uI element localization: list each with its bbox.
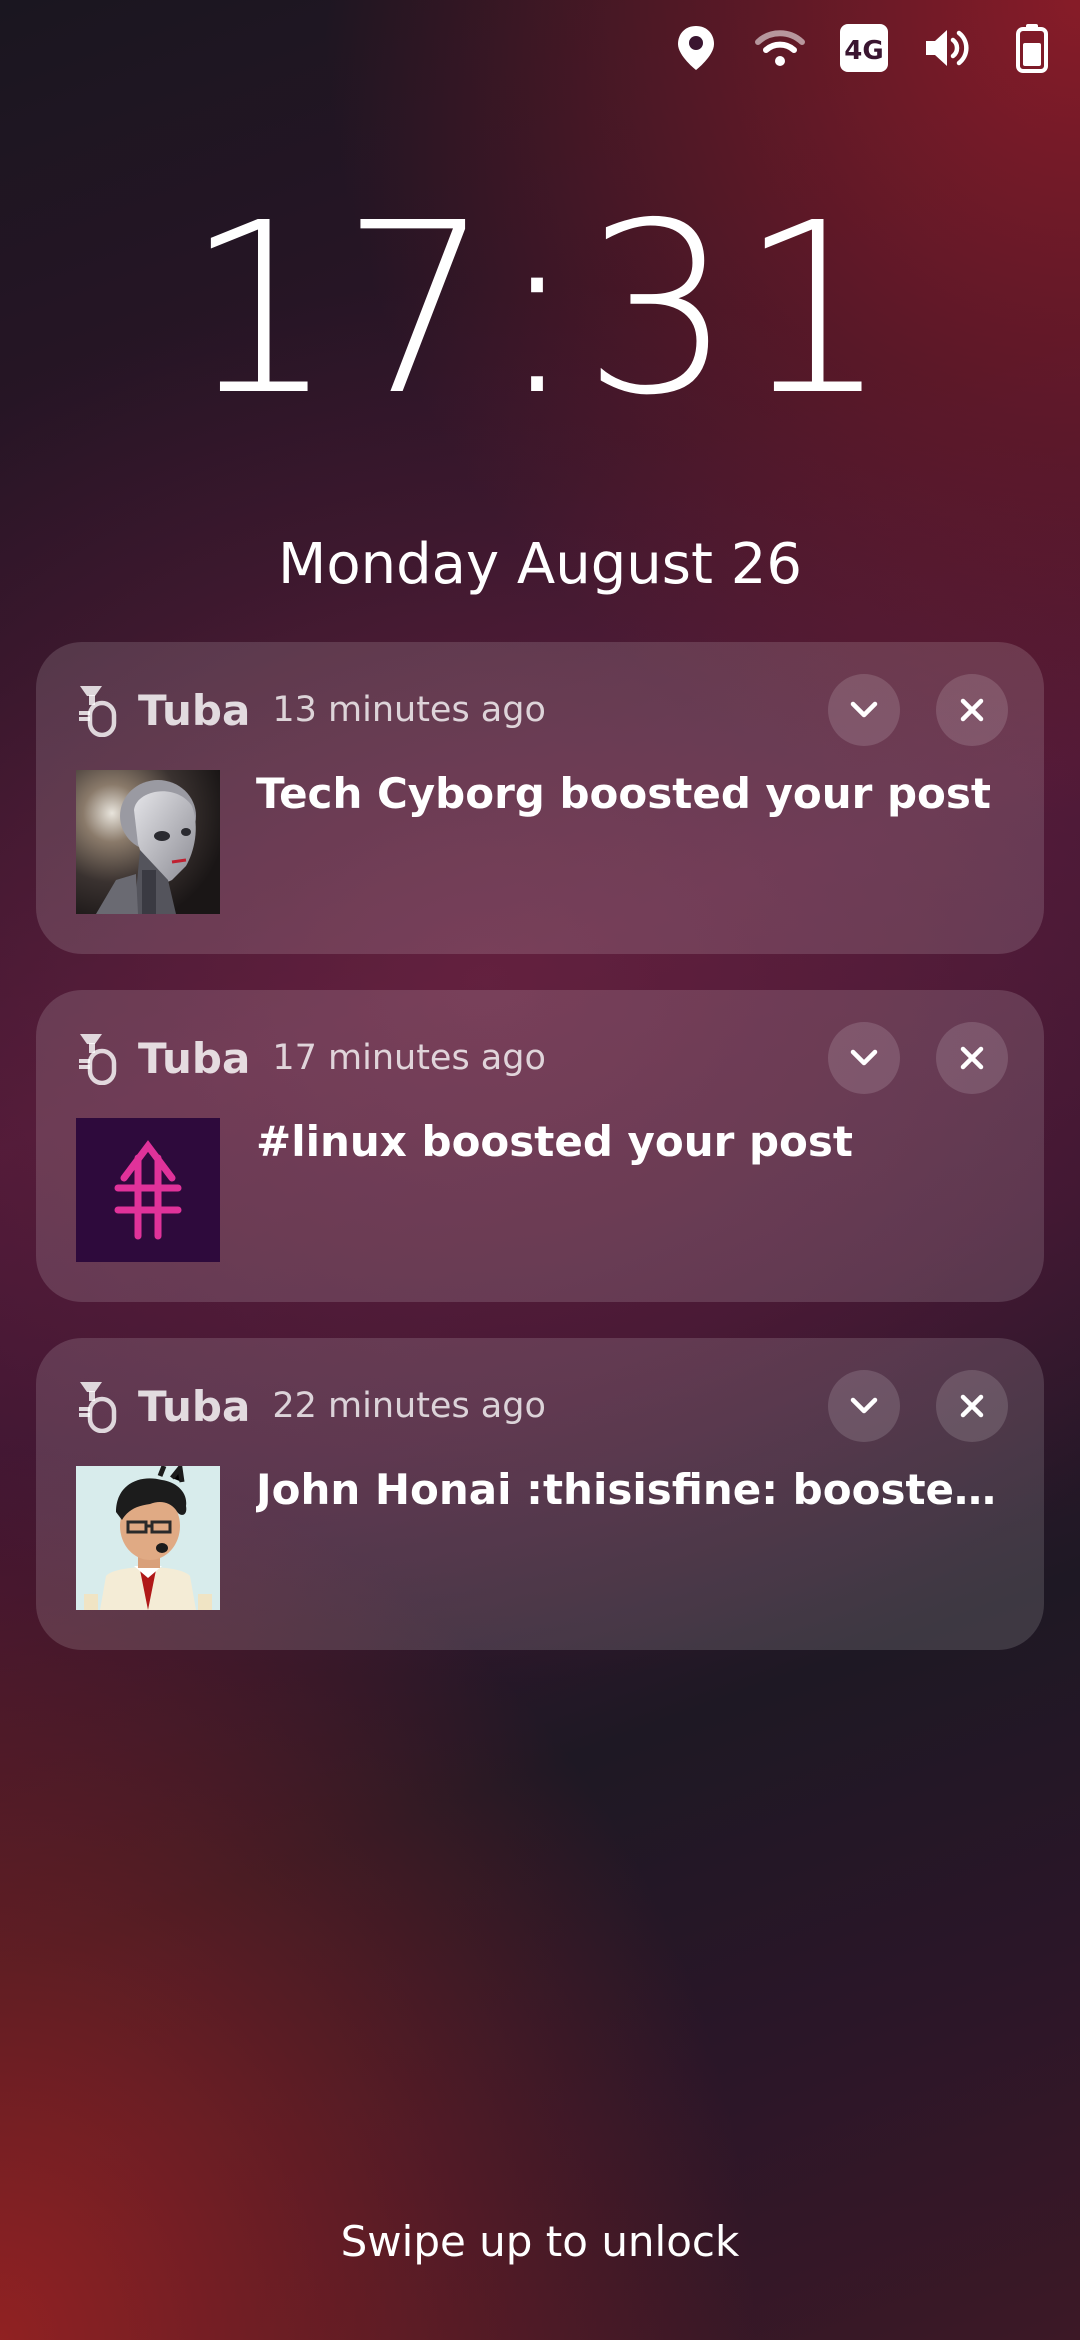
- close-button[interactable]: [936, 674, 1008, 746]
- expand-button[interactable]: [828, 1370, 900, 1442]
- clock-time: 17:31: [184, 172, 896, 447]
- notification-list: Tuba 13 minutes ago Tech Cyborg boosted …: [36, 642, 1044, 1686]
- notification-card[interactable]: Tuba 13 minutes ago Tech Cyborg boosted …: [36, 642, 1044, 954]
- notification-time: 13 minutes ago: [272, 690, 546, 730]
- svg-text:4G: 4G: [844, 36, 883, 66]
- clock-date: Monday August 26: [278, 532, 802, 597]
- notification-text: #linux boosted your post: [256, 1117, 853, 1166]
- cartoon-man-avatar: [76, 1466, 220, 1610]
- notification-text: Tech Cyborg boosted your post: [256, 769, 991, 818]
- status-bar: 4G: [668, 18, 1060, 78]
- notification-time: 22 minutes ago: [272, 1386, 546, 1426]
- close-icon: [960, 698, 984, 722]
- close-button[interactable]: [936, 1370, 1008, 1442]
- tuba-app-icon: [79, 1034, 117, 1085]
- notification-header: Tuba 13 minutes ago: [76, 680, 546, 740]
- app-name: Tuba: [138, 1381, 251, 1431]
- chevron-down-icon: [850, 1397, 878, 1414]
- notification-header: Tuba 17 minutes ago: [76, 1028, 546, 1088]
- wifi-icon: [752, 20, 808, 76]
- hashtag-avatar: [76, 1118, 220, 1262]
- swipe-unlock-hint[interactable]: Swipe up to unlock: [0, 2212, 1080, 2272]
- chevron-down-icon: [850, 1049, 878, 1066]
- close-icon: [960, 1394, 984, 1418]
- notification-header: Tuba 22 minutes ago: [76, 1376, 546, 1436]
- app-name: Tuba: [138, 1033, 251, 1083]
- notification-time: 17 minutes ago: [272, 1038, 546, 1078]
- close-button[interactable]: [936, 1022, 1008, 1094]
- tuba-app-icon: [79, 1382, 117, 1433]
- chevron-down-icon: [850, 701, 878, 718]
- expand-button[interactable]: [828, 1022, 900, 1094]
- volume-icon: [920, 20, 976, 76]
- close-icon: [960, 1046, 984, 1070]
- location-icon: [668, 20, 724, 76]
- notification-card[interactable]: Tuba 22 minutes ago John Honai:thisisfi…: [36, 1338, 1044, 1650]
- notification-card[interactable]: Tuba 17 minutes ago #linux boosted your …: [36, 990, 1044, 1302]
- battery-icon: [1004, 20, 1060, 76]
- tuba-app-icon: [79, 686, 117, 737]
- app-name: Tuba: [138, 685, 251, 735]
- expand-button[interactable]: [828, 674, 900, 746]
- cyborg-avatar: [76, 770, 220, 914]
- 4g-icon: 4G: [836, 20, 892, 76]
- notification-text: John Honai :thisisfine: boosted you…: [256, 1465, 1006, 1514]
